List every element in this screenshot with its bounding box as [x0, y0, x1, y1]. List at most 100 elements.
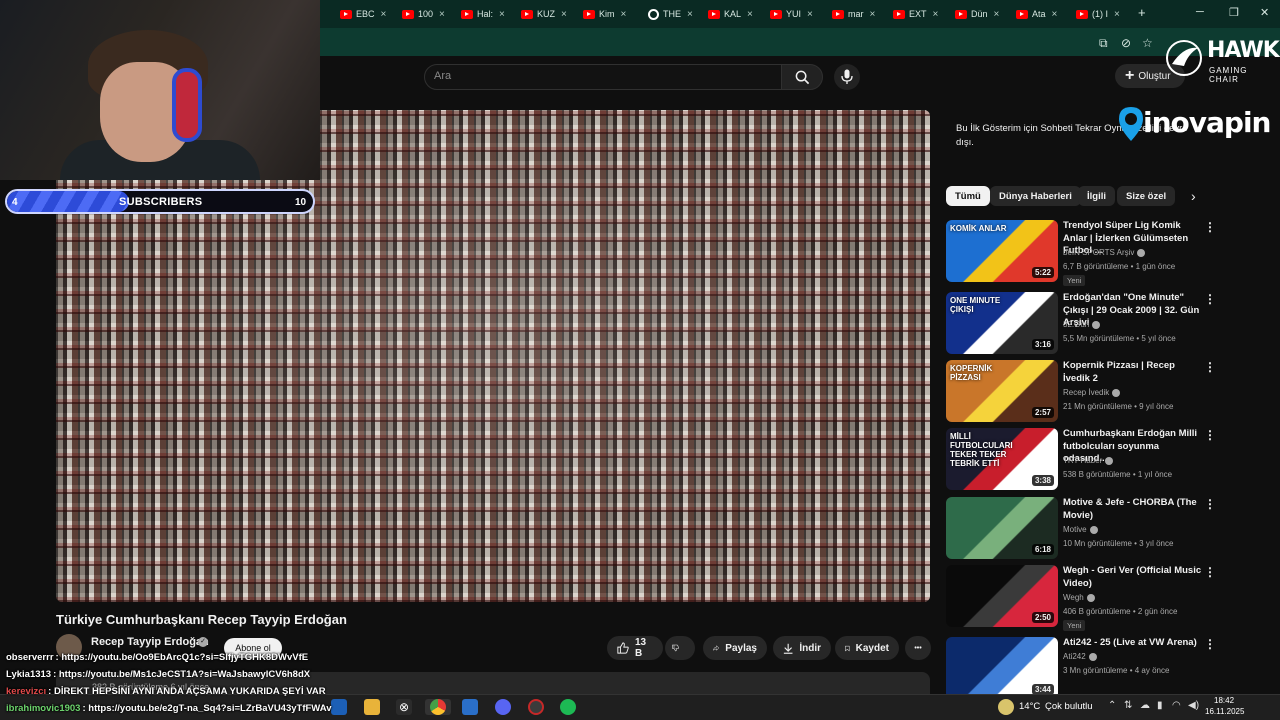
browser-tab[interactable]: EXT ×: [893, 4, 938, 24]
recommended-video[interactable]: ONE MINUTE ÇIKIŞI 3:16 Erdoğan'dan "One Mi…: [946, 292, 1216, 354]
share-button[interactable]: Paylaş: [703, 636, 767, 660]
close-window-button[interactable]: ✕: [1260, 6, 1269, 19]
video-thumbnail[interactable]: KOMİK ANLAR 5:22: [946, 220, 1058, 282]
chevron-up-icon[interactable]: ⌃: [1108, 700, 1116, 711]
chip-related[interactable]: İlgili: [1078, 186, 1115, 206]
spotify-icon[interactable]: [560, 699, 576, 715]
browser-tab[interactable]: (1) I ×: [1076, 4, 1120, 24]
clock-time[interactable]: 18:42: [1214, 696, 1234, 705]
video-title[interactable]: Wegh - Geri Ver (Official Music Video): [1063, 565, 1203, 590]
video-thumbnail[interactable]: 2:50: [946, 565, 1058, 627]
app-icon[interactable]: [462, 699, 478, 715]
obs-icon[interactable]: [528, 699, 544, 715]
recommended-video[interactable]: 2:50 Wegh - Geri Ver (Official Music Vide…: [946, 565, 1216, 631]
channel-line[interactable]: TRT Haber: [1063, 456, 1114, 465]
install-app-icon[interactable]: ⧉: [1099, 36, 1108, 51]
headset-shape: [172, 68, 202, 142]
minimize-button[interactable]: ─: [1196, 6, 1204, 18]
more-options-icon[interactable]: ⋮: [1204, 292, 1216, 306]
recommended-video[interactable]: KOPERNİK PİZZASI 2:57 Kopernik Pizzası | R…: [946, 360, 1216, 422]
search-button[interactable]: [781, 64, 823, 90]
close-tab-icon[interactable]: ×: [621, 9, 627, 20]
search-input[interactable]: [424, 64, 782, 90]
browser-tab[interactable]: Dün ×: [955, 4, 999, 24]
cloud-icon[interactable]: ☁: [1140, 700, 1150, 711]
battery-icon[interactable]: ▮: [1157, 700, 1163, 711]
more-options-icon[interactable]: ⋮: [1204, 428, 1216, 442]
recommended-video[interactable]: 3:44 Ati242 - 25 (Live at VW Arena) Ati242…: [946, 637, 1216, 699]
video-thumbnail[interactable]: KOPERNİK PİZZASI 2:57: [946, 360, 1058, 422]
save-button[interactable]: Kaydet: [835, 636, 899, 660]
channel-line[interactable]: 32.Gün: [1063, 320, 1101, 329]
volume-icon[interactable]: ◀): [1188, 700, 1199, 711]
like-button[interactable]: 13 B: [607, 636, 663, 660]
browser-tab[interactable]: Kim ×: [583, 4, 626, 24]
close-tab-icon[interactable]: ×: [807, 9, 813, 20]
video-thumbnail[interactable]: 6:18: [946, 497, 1058, 559]
recommended-video[interactable]: KOMİK ANLAR 5:22 Trendyol Süper Lig Komik …: [946, 220, 1216, 286]
video-title[interactable]: Ati242 - 25 (Live at VW Arena): [1063, 637, 1203, 650]
close-tab-icon[interactable]: ×: [870, 9, 876, 20]
network-icon[interactable]: ⇅: [1124, 700, 1132, 711]
video-meta: 406 B görüntüleme • 2 gün önce: [1063, 607, 1178, 616]
close-tab-icon[interactable]: ×: [933, 9, 939, 20]
voice-search-button[interactable]: [834, 64, 860, 90]
browser-tab[interactable]: EBC ×: [340, 4, 386, 24]
star-bookmark-icon[interactable]: ☆: [1142, 36, 1153, 50]
video-thumbnail[interactable]: ONE MINUTE ÇIKIŞI 3:16: [946, 292, 1058, 354]
browser-tab[interactable]: Hal: ×: [461, 4, 505, 24]
more-options-icon[interactable]: ⋮: [1204, 637, 1216, 651]
channel-line[interactable]: beIN SPORTS Arşiv: [1063, 248, 1146, 257]
more-options-icon[interactable]: ⋮: [1204, 220, 1216, 234]
more-actions-button[interactable]: •••: [905, 636, 931, 660]
recommended-video[interactable]: 6:18 Motive & Jefe - CHORBA (The Movie) Mo…: [946, 497, 1216, 559]
video-thumbnail[interactable]: 3:44: [946, 637, 1058, 699]
download-button[interactable]: İndir: [773, 636, 831, 660]
file-explorer-icon[interactable]: [364, 699, 380, 715]
channel-line[interactable]: Wegh: [1063, 593, 1095, 602]
close-tab-icon[interactable]: ×: [439, 9, 445, 20]
video-title[interactable]: Motive & Jefe - CHORBA (The Movie): [1063, 497, 1203, 522]
browser-tab[interactable]: YUI ×: [770, 4, 813, 24]
close-tab-icon[interactable]: ×: [747, 9, 753, 20]
recommended-video[interactable]: MİLLİ FUTBOLCULARI TEKER TEKER TEBRİK ET…: [946, 428, 1216, 490]
close-tab-icon[interactable]: ×: [994, 9, 1000, 20]
xbox-icon[interactable]: ⊗: [396, 699, 412, 715]
browser-tab[interactable]: KAL ×: [708, 4, 753, 24]
chip-for-you[interactable]: Size özel: [1117, 186, 1176, 206]
weather-temperature[interactable]: 14°C: [1019, 701, 1040, 712]
browser-tab[interactable]: KUZ ×: [521, 4, 567, 24]
close-tab-icon[interactable]: ×: [1052, 9, 1058, 20]
chevron-right-icon[interactable]: ›: [1191, 188, 1196, 204]
dislike-button[interactable]: [665, 636, 695, 660]
outlook-icon[interactable]: [331, 699, 347, 715]
close-tab-icon[interactable]: ×: [381, 9, 387, 20]
close-tab-icon[interactable]: ×: [1114, 9, 1120, 20]
video-thumbnail[interactable]: MİLLİ FUTBOLCULARI TEKER TEKER TEBRİK ET…: [946, 428, 1058, 490]
channel-line[interactable]: Motive: [1063, 525, 1098, 534]
browser-tab[interactable]: THE ×: [648, 4, 693, 24]
browser-tab[interactable]: 100 ×: [402, 4, 445, 24]
maximize-button[interactable]: ❐: [1229, 6, 1239, 19]
close-tab-icon[interactable]: ×: [561, 9, 567, 20]
channel-line[interactable]: Recep İvedik: [1063, 388, 1121, 397]
chip-all[interactable]: Tümü: [946, 186, 990, 206]
video-title[interactable]: Kopernik Pizzası | Recep İvedik 2: [1063, 360, 1203, 385]
chip-world-news[interactable]: Dünya Haberleri: [990, 186, 1081, 206]
channel-name[interactable]: Recep Tayyip Erdoğan: [91, 636, 209, 648]
channel-line[interactable]: Ati242: [1063, 652, 1097, 661]
video-player[interactable]: [56, 110, 930, 602]
browser-tab[interactable]: Ata ×: [1016, 4, 1057, 24]
close-tab-icon[interactable]: ×: [687, 9, 693, 20]
clock-date[interactable]: 16.11.2025: [1205, 707, 1244, 716]
wifi-icon[interactable]: ◠: [1172, 700, 1181, 711]
more-options-icon[interactable]: ⋮: [1204, 565, 1216, 579]
weather-description[interactable]: Çok bulutlu: [1045, 701, 1093, 712]
discord-icon[interactable]: [495, 699, 511, 715]
more-options-icon[interactable]: ⋮: [1204, 497, 1216, 511]
eye-off-icon[interactable]: ⊘: [1121, 36, 1131, 50]
new-tab-button[interactable]: +: [1138, 5, 1146, 20]
more-options-icon[interactable]: ⋮: [1204, 360, 1216, 374]
close-tab-icon[interactable]: ×: [499, 9, 505, 20]
browser-tab[interactable]: mar ×: [832, 4, 875, 24]
